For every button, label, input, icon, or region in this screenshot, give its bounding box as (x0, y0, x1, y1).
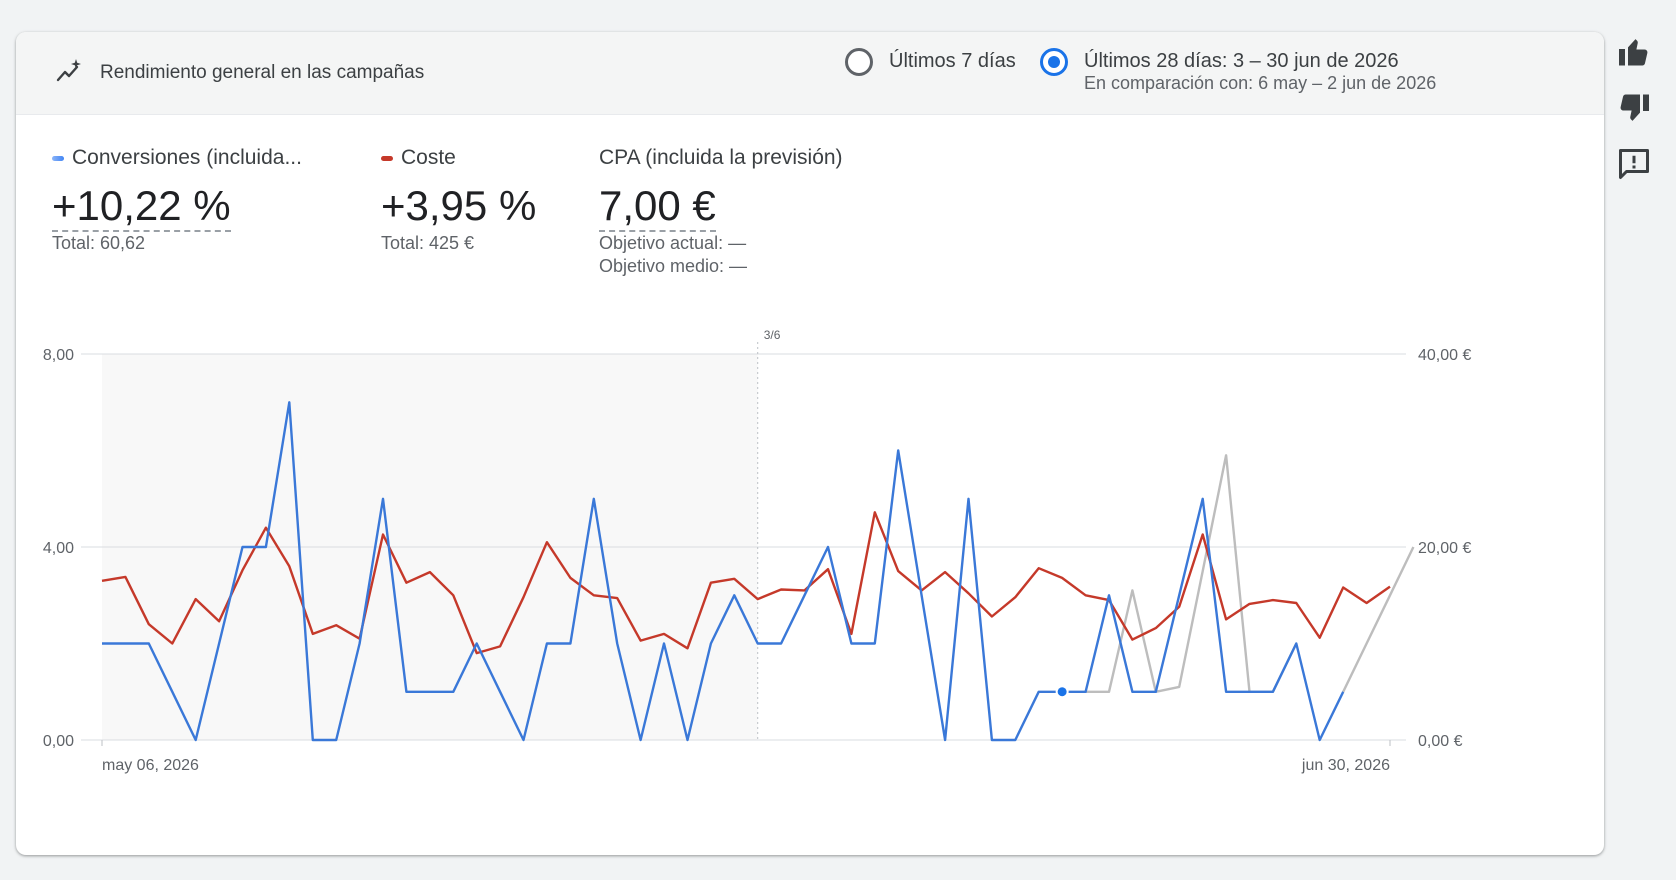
y-left-tick-label: 4,00 (43, 540, 74, 557)
y-left-tick-label: 8,00 (43, 347, 74, 364)
y-right-tick-label: 20,00 € (1418, 540, 1471, 557)
y-left-tick-label: 0,00 (43, 733, 74, 750)
period-divider-label: 3/6 (764, 328, 781, 342)
y-right-tick-label: 40,00 € (1418, 347, 1471, 364)
thumbs-down-icon[interactable] (1616, 90, 1652, 126)
campaign-performance-card: Rendimiento general en las campañas Últi… (16, 32, 1604, 855)
forecast-series-line (1085, 454, 1415, 693)
x-start-label: may 06, 2026 (102, 757, 199, 774)
y-right-tick-label: 0,00 € (1418, 733, 1463, 750)
performance-line-chart: 3/6 0,00 4,00 8,00 0,00 € 20,00 € 40,00 € may 0… (43, 328, 1472, 774)
x-end-label: jun 30, 2026 (1301, 757, 1390, 774)
highlight-point (1057, 687, 1067, 697)
feedback-report-icon[interactable] (1616, 146, 1652, 182)
thumbs-up-icon[interactable] (1616, 34, 1652, 70)
